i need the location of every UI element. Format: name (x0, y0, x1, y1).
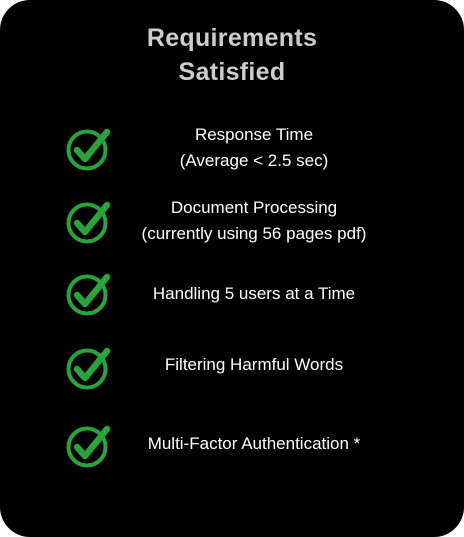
requirement-item: Handling 5 users at a Time (0, 267, 464, 327)
requirement-item: Document Processing (currently using 56 … (0, 193, 464, 253)
title-line-2: Satisfied (178, 58, 286, 86)
requirement-item: Filtering Harmful Words (0, 341, 464, 401)
requirement-label: Multi-Factor Authentication * (147, 434, 361, 453)
requirement-label-line-1: Response Time (194, 125, 314, 144)
check-circle-icon (65, 342, 115, 392)
requirement-label-line-2: (Average < 2.5 sec) (179, 151, 329, 170)
requirement-label-line-2: (currently using 56 pages pdf) (141, 224, 367, 243)
requirement-label: Handling 5 users at a Time (152, 284, 356, 303)
requirement-label: Filtering Harmful Words (164, 355, 344, 374)
check-circle-icon (65, 123, 115, 173)
requirement-item: Response Time (Average < 2.5 sec) (0, 118, 464, 178)
check-circle-icon (65, 268, 115, 318)
title-line-1: Requirements (146, 24, 318, 52)
requirement-label-line-1: Document Processing (170, 198, 338, 217)
requirements-card: Requirements Satisfied Response Time (Av… (0, 0, 464, 537)
check-circle-icon (65, 420, 115, 470)
requirement-item: Multi-Factor Authentication * (0, 419, 464, 479)
check-circle-icon (65, 196, 115, 246)
